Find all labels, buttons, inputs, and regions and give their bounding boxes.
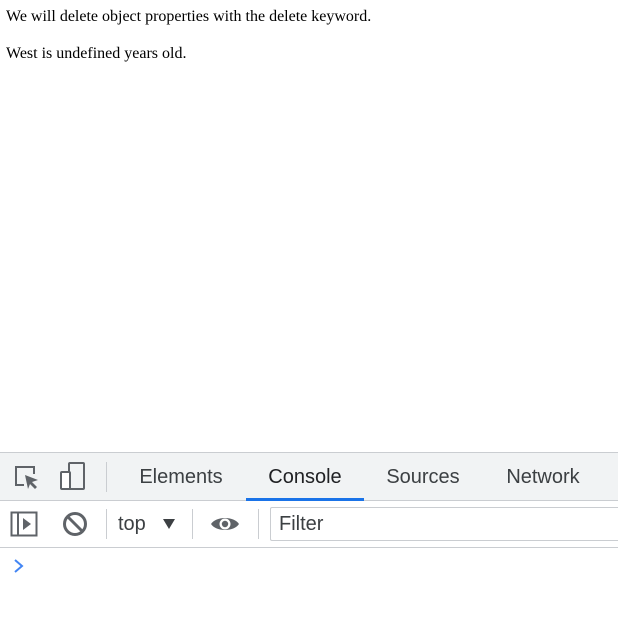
tab-console[interactable]: Console xyxy=(246,453,364,500)
clear-console-icon[interactable] xyxy=(61,510,89,538)
toolbar-divider xyxy=(192,509,193,539)
chevron-right-icon xyxy=(14,559,24,573)
console-prompt-input[interactable] xyxy=(32,554,602,578)
context-label: top xyxy=(118,513,146,535)
inspect-element-icon[interactable] xyxy=(12,462,40,490)
toolbar-divider xyxy=(106,509,107,539)
page-text-line: West is undefined years old. xyxy=(6,45,187,62)
tab-sources[interactable]: Sources xyxy=(372,453,474,500)
toolbar-divider xyxy=(258,509,259,539)
show-console-sidebar-icon[interactable] xyxy=(10,510,38,538)
devtools-tabbar: Elements Console Sources Network xyxy=(0,453,618,501)
page-text-line: We will delete object properties with th… xyxy=(6,8,372,25)
devtools-panel: Elements Console Sources Network top xyxy=(0,452,618,628)
tab-network[interactable]: Network xyxy=(490,453,596,500)
device-toolbar-icon[interactable] xyxy=(58,462,86,490)
tab-elements[interactable]: Elements xyxy=(126,453,236,500)
context-selector[interactable]: top xyxy=(118,509,175,539)
console-toolbar: top xyxy=(0,501,618,548)
eye-icon[interactable] xyxy=(209,510,241,538)
dropdown-arrow-icon xyxy=(163,519,175,529)
console-output-area[interactable] xyxy=(0,548,618,628)
page-viewport: We will delete object properties with th… xyxy=(0,0,618,452)
filter-input[interactable] xyxy=(270,507,618,541)
toolbar-divider xyxy=(106,462,107,492)
